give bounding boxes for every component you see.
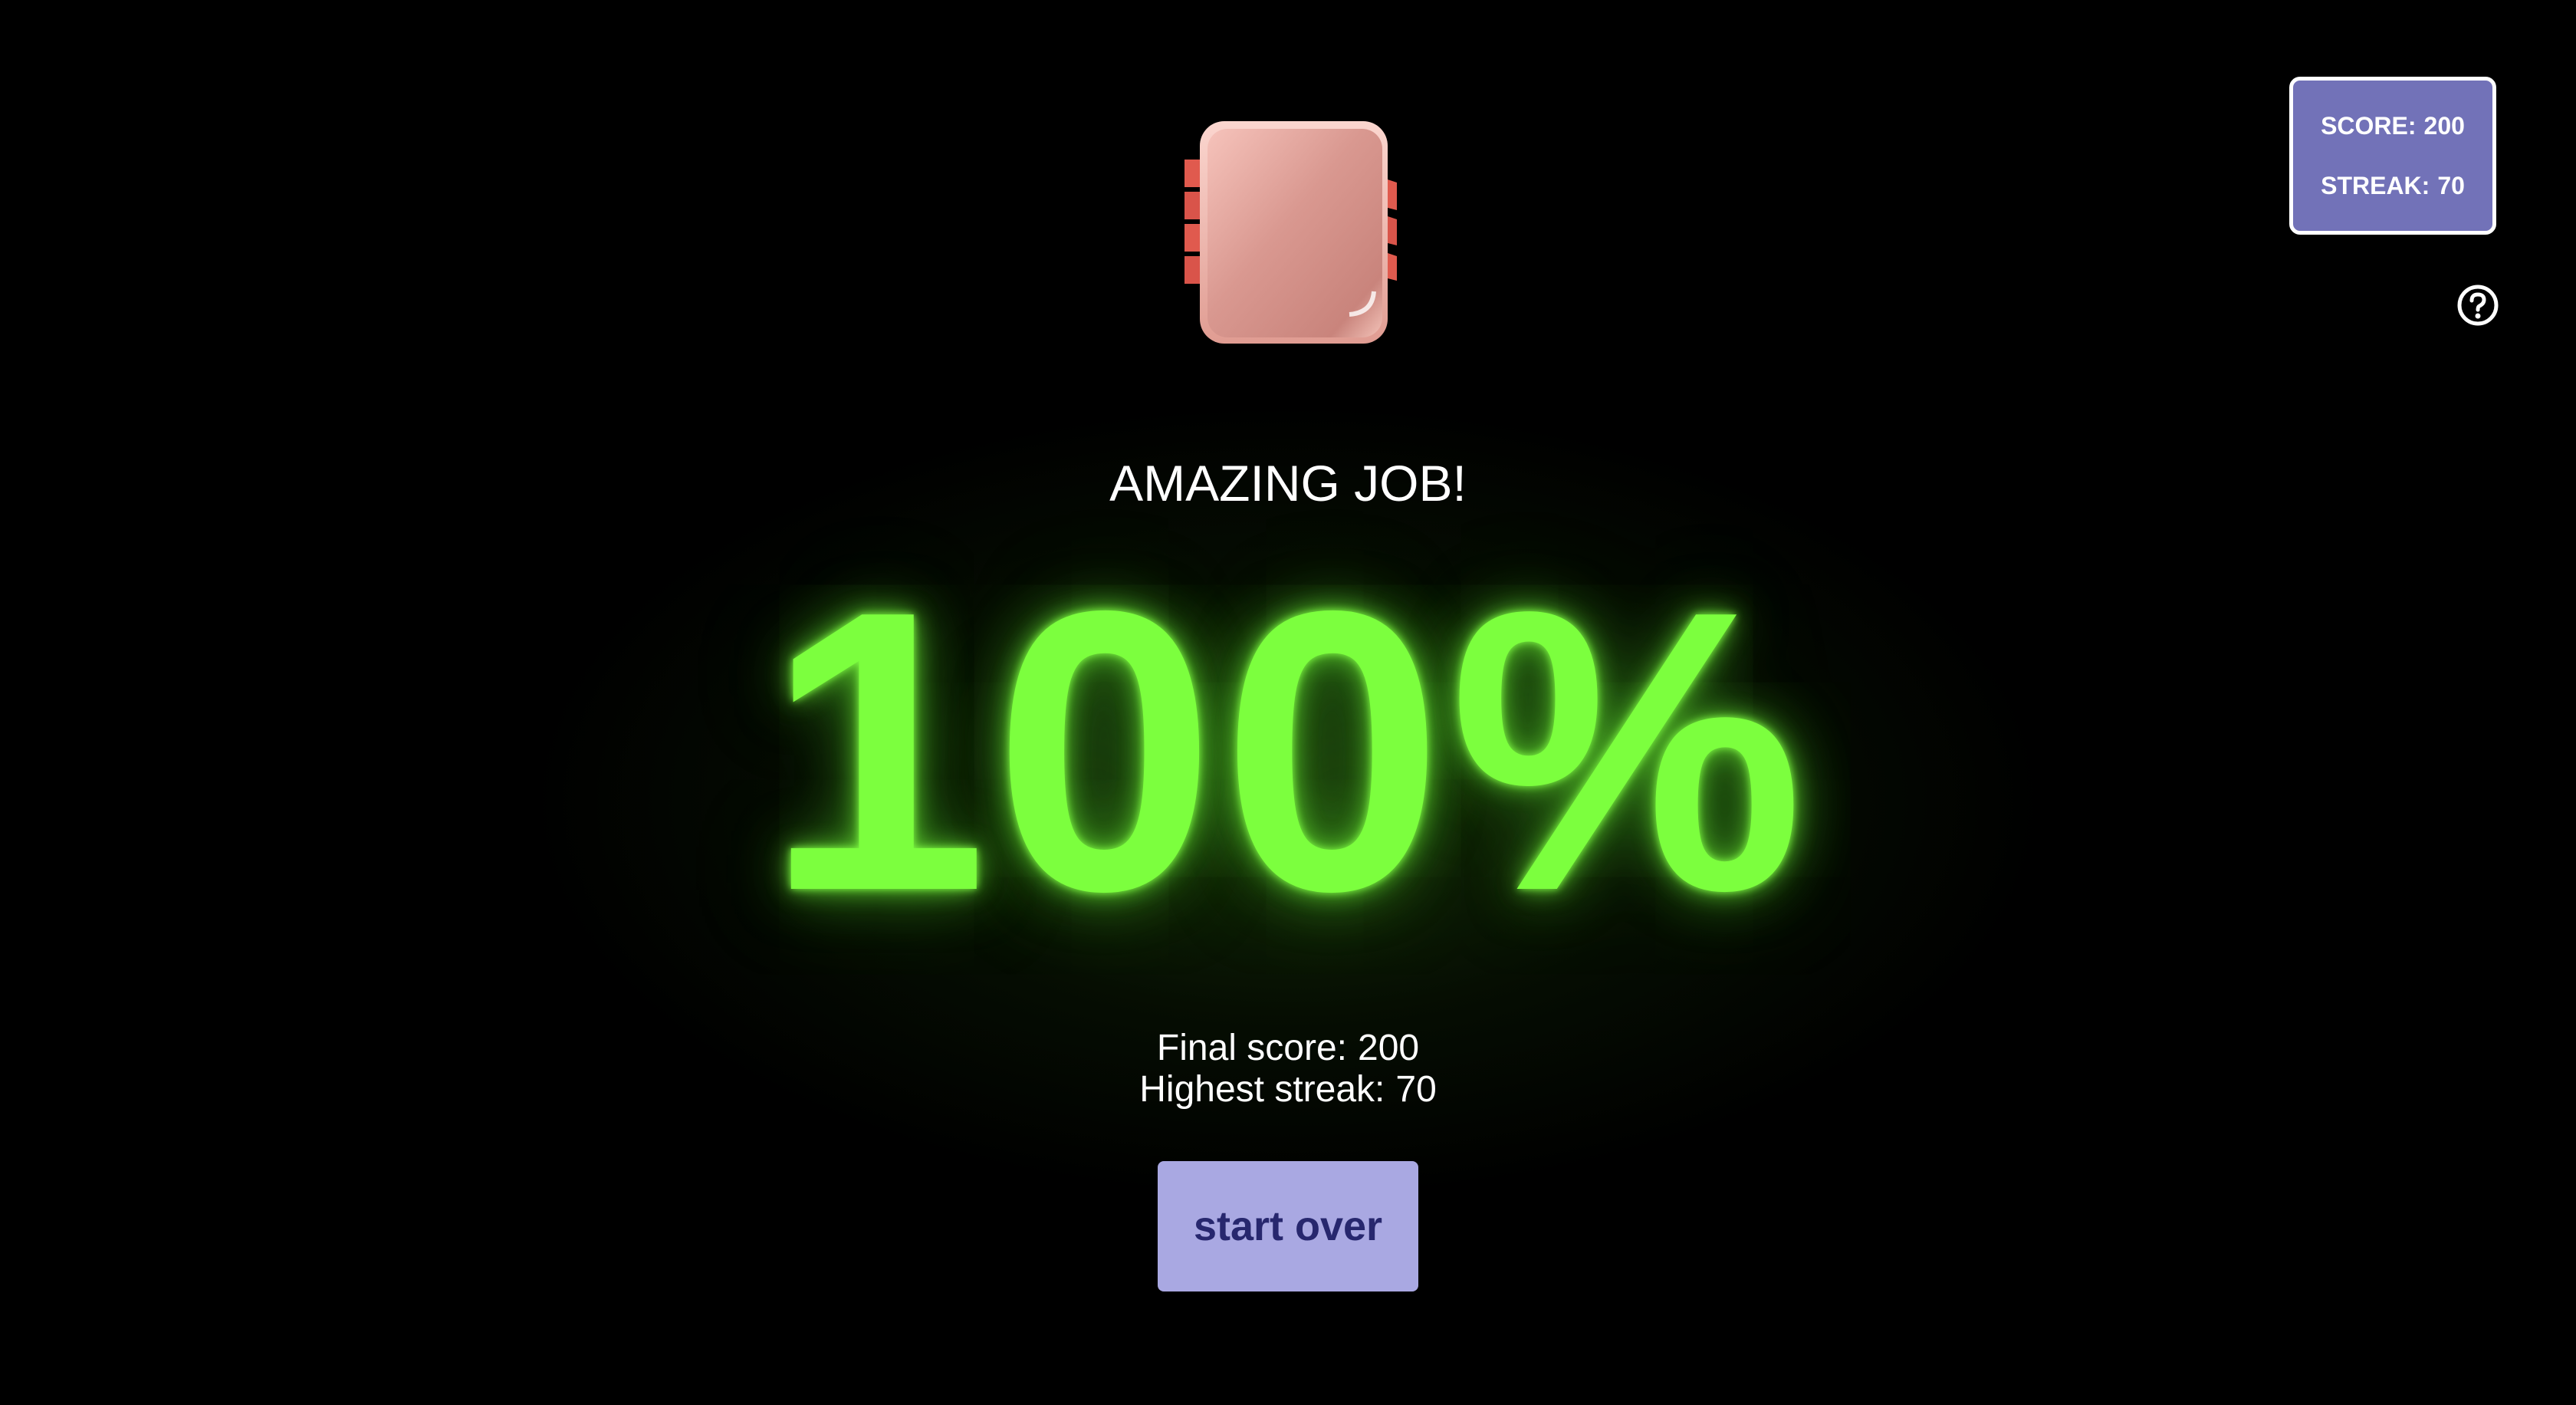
final-score-label: Final score: (1156, 1028, 1347, 1068)
question-circle-icon (2457, 285, 2499, 326)
hud-score-value: 200 (2423, 112, 2465, 140)
hud-streak-value: 70 (2437, 172, 2465, 199)
help-button[interactable] (2456, 284, 2499, 327)
percent-value: 100% (766, 528, 1810, 974)
highest-streak-label: Highest streak: (1139, 1069, 1385, 1110)
hud-streak-label: STREAK: (2321, 172, 2430, 199)
hud-score: SCORE: 200 (2321, 114, 2465, 138)
result-headline: AMAZING JOB! (1109, 455, 1467, 512)
score-panel: SCORE: 200 STREAK: 70 (2289, 77, 2496, 235)
chip-icon (1181, 115, 1403, 345)
highest-streak-value: 70 (1395, 1069, 1437, 1110)
final-score: Final score: 200 (1058, 1028, 1518, 1069)
highest-streak: Highest streak: 70 (1058, 1069, 1518, 1111)
final-stats: Final score: 200 Highest streak: 70 (1058, 1028, 1518, 1111)
hud-streak: STREAK: 70 (2321, 173, 2465, 198)
percent-display: 100% (751, 552, 1825, 951)
final-score-value: 200 (1358, 1028, 1420, 1068)
start-over-button[interactable]: start over (1158, 1161, 1418, 1291)
hud-score-label: SCORE: (2321, 112, 2417, 140)
